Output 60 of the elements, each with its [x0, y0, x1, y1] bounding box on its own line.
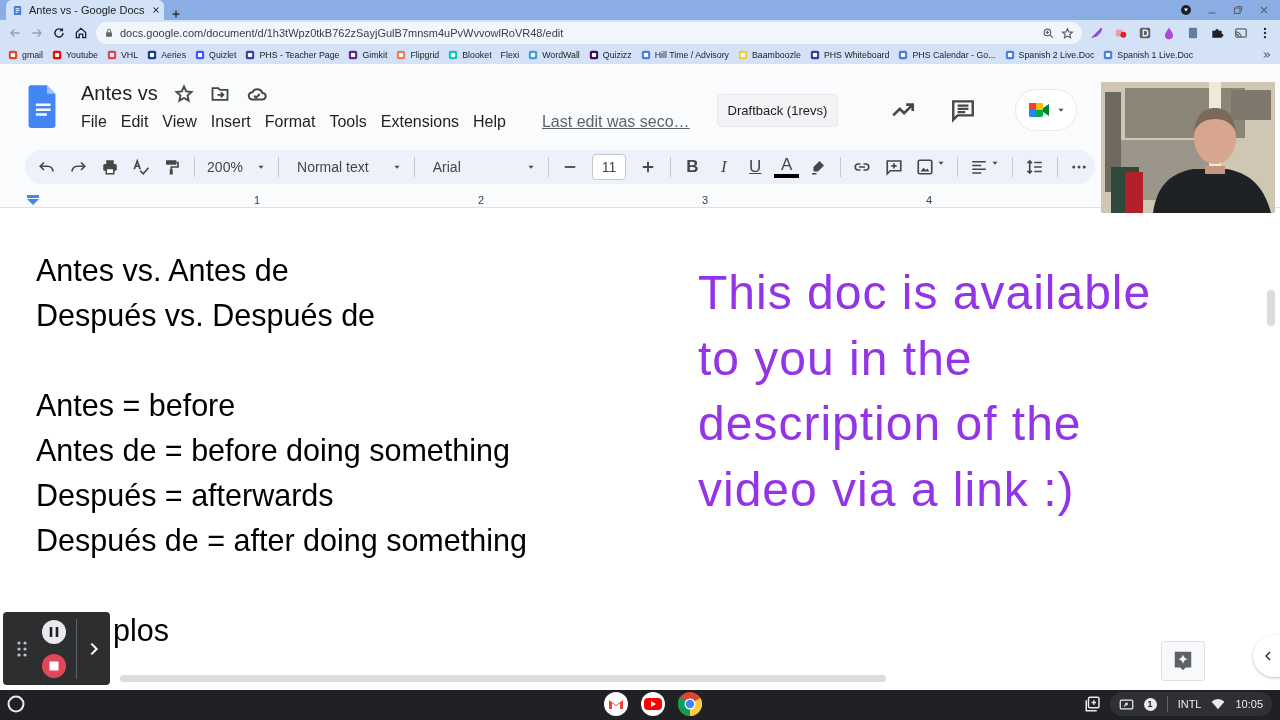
menu-item[interactable]: File: [74, 111, 114, 133]
text-line: video via a link :): [698, 461, 1076, 518]
bookmark-link[interactable]: PHS Whiteboard: [823, 50, 890, 60]
menu-item[interactable]: Insert: [203, 111, 258, 133]
menu-item[interactable]: View: [155, 111, 204, 133]
ruler-number: 2: [477, 193, 485, 206]
bookmark-link[interactable]: PHS Calendar - Go...: [912, 50, 996, 60]
font-size-field[interactable]: 11: [591, 154, 627, 180]
text-line: Antes = before: [36, 387, 237, 424]
text-line: Después de = after doing something: [36, 522, 528, 560]
menu-item[interactable]: Help: [466, 111, 513, 133]
notification-count: 1: [1143, 697, 1157, 711]
bookmark-link[interactable]: Blooket: [462, 50, 492, 60]
text-line: Después vs. Después de: [36, 297, 377, 335]
menu-item[interactable]: Extensions: [373, 111, 467, 133]
italic-button[interactable]: I: [708, 157, 740, 177]
text-line: to you in the: [698, 330, 974, 387]
bold-button[interactable]: B: [676, 157, 709, 177]
underline-button[interactable]: U: [739, 157, 771, 177]
bookmark-link[interactable]: VHL: [121, 50, 139, 60]
tab-title: Antes vs - Google Docs: [29, 4, 145, 16]
bookmark-link[interactable]: Spanish 1 Live.Doc: [1117, 50, 1194, 60]
bookmark-link[interactable]: WordWall: [542, 50, 580, 60]
bookmark-link[interactable]: PHS - Teacher Page: [259, 50, 340, 60]
keyboard-layout: INTL: [1177, 698, 1202, 710]
status-tray[interactable]: 1 INTL 10:05: [1109, 692, 1272, 716]
ruler-number: 1: [253, 193, 261, 206]
menu-item[interactable]: Tools: [322, 111, 374, 133]
text-line: This doc is available: [698, 265, 1152, 321]
text-line: Antes de = before doing something: [36, 432, 511, 470]
url-text: docs.google.com/document/d/1h3tWpz0tkB762zSayjGulB7mnsm4uPvWvvowlRoVR48/edit: [120, 27, 565, 39]
bookmark-link[interactable]: Baamboozle: [751, 50, 801, 60]
menu-item[interactable]: Edit: [113, 111, 156, 133]
document-title[interactable]: Antes vs: [81, 82, 158, 105]
bookmark-link[interactable]: Gimkit: [362, 50, 388, 60]
bookmark-link[interactable]: Quizlet: [209, 50, 237, 60]
zoom-dropdown[interactable]: 200%: [201, 159, 273, 175]
bookmark-link[interactable]: Flexi: [500, 50, 520, 60]
draftback-button[interactable]: Draftback (1revs): [716, 93, 839, 127]
text-line: description of the: [698, 396, 1083, 452]
text-color-button[interactable]: A: [770, 156, 803, 178]
menu-item[interactable]: Format: [257, 111, 323, 133]
bookmark-link[interactable]: Spanish 2 Live.Doc: [1018, 50, 1095, 60]
bookmark-link[interactable]: Youtube: [66, 50, 98, 60]
browser-tab[interactable]: Antes vs - Google Docs: [6, 0, 164, 20]
ruler-number: 3: [701, 193, 709, 206]
bookmark-link[interactable]: Flipgrid: [410, 50, 440, 60]
clock-time: 10:05: [1235, 698, 1263, 710]
address-bar[interactable]: docs.google.com/document/d/1h3tWpz0tkB762zSayjGulB7mnsm4uPvWvvowlRoVR48/edit: [96, 22, 1082, 44]
bookmark-link[interactable]: Quizizz: [602, 50, 632, 60]
bookmark-link[interactable]: Aeries: [161, 50, 187, 60]
ruler-number: 4: [925, 193, 933, 206]
bookmark-link[interactable]: gmail: [22, 50, 44, 60]
text-line: Después = afterwards: [36, 477, 335, 515]
text-line: plos: [113, 612, 170, 650]
text-line: Antes vs. Antes de: [36, 252, 290, 289]
font-dropdown[interactable]: Arial: [420, 159, 542, 175]
bookmark-link[interactable]: Hill Time / Advisory: [654, 50, 729, 60]
style-dropdown[interactable]: Normal text: [285, 159, 408, 175]
last-edit-link[interactable]: Last edit was seco…: [534, 111, 697, 133]
